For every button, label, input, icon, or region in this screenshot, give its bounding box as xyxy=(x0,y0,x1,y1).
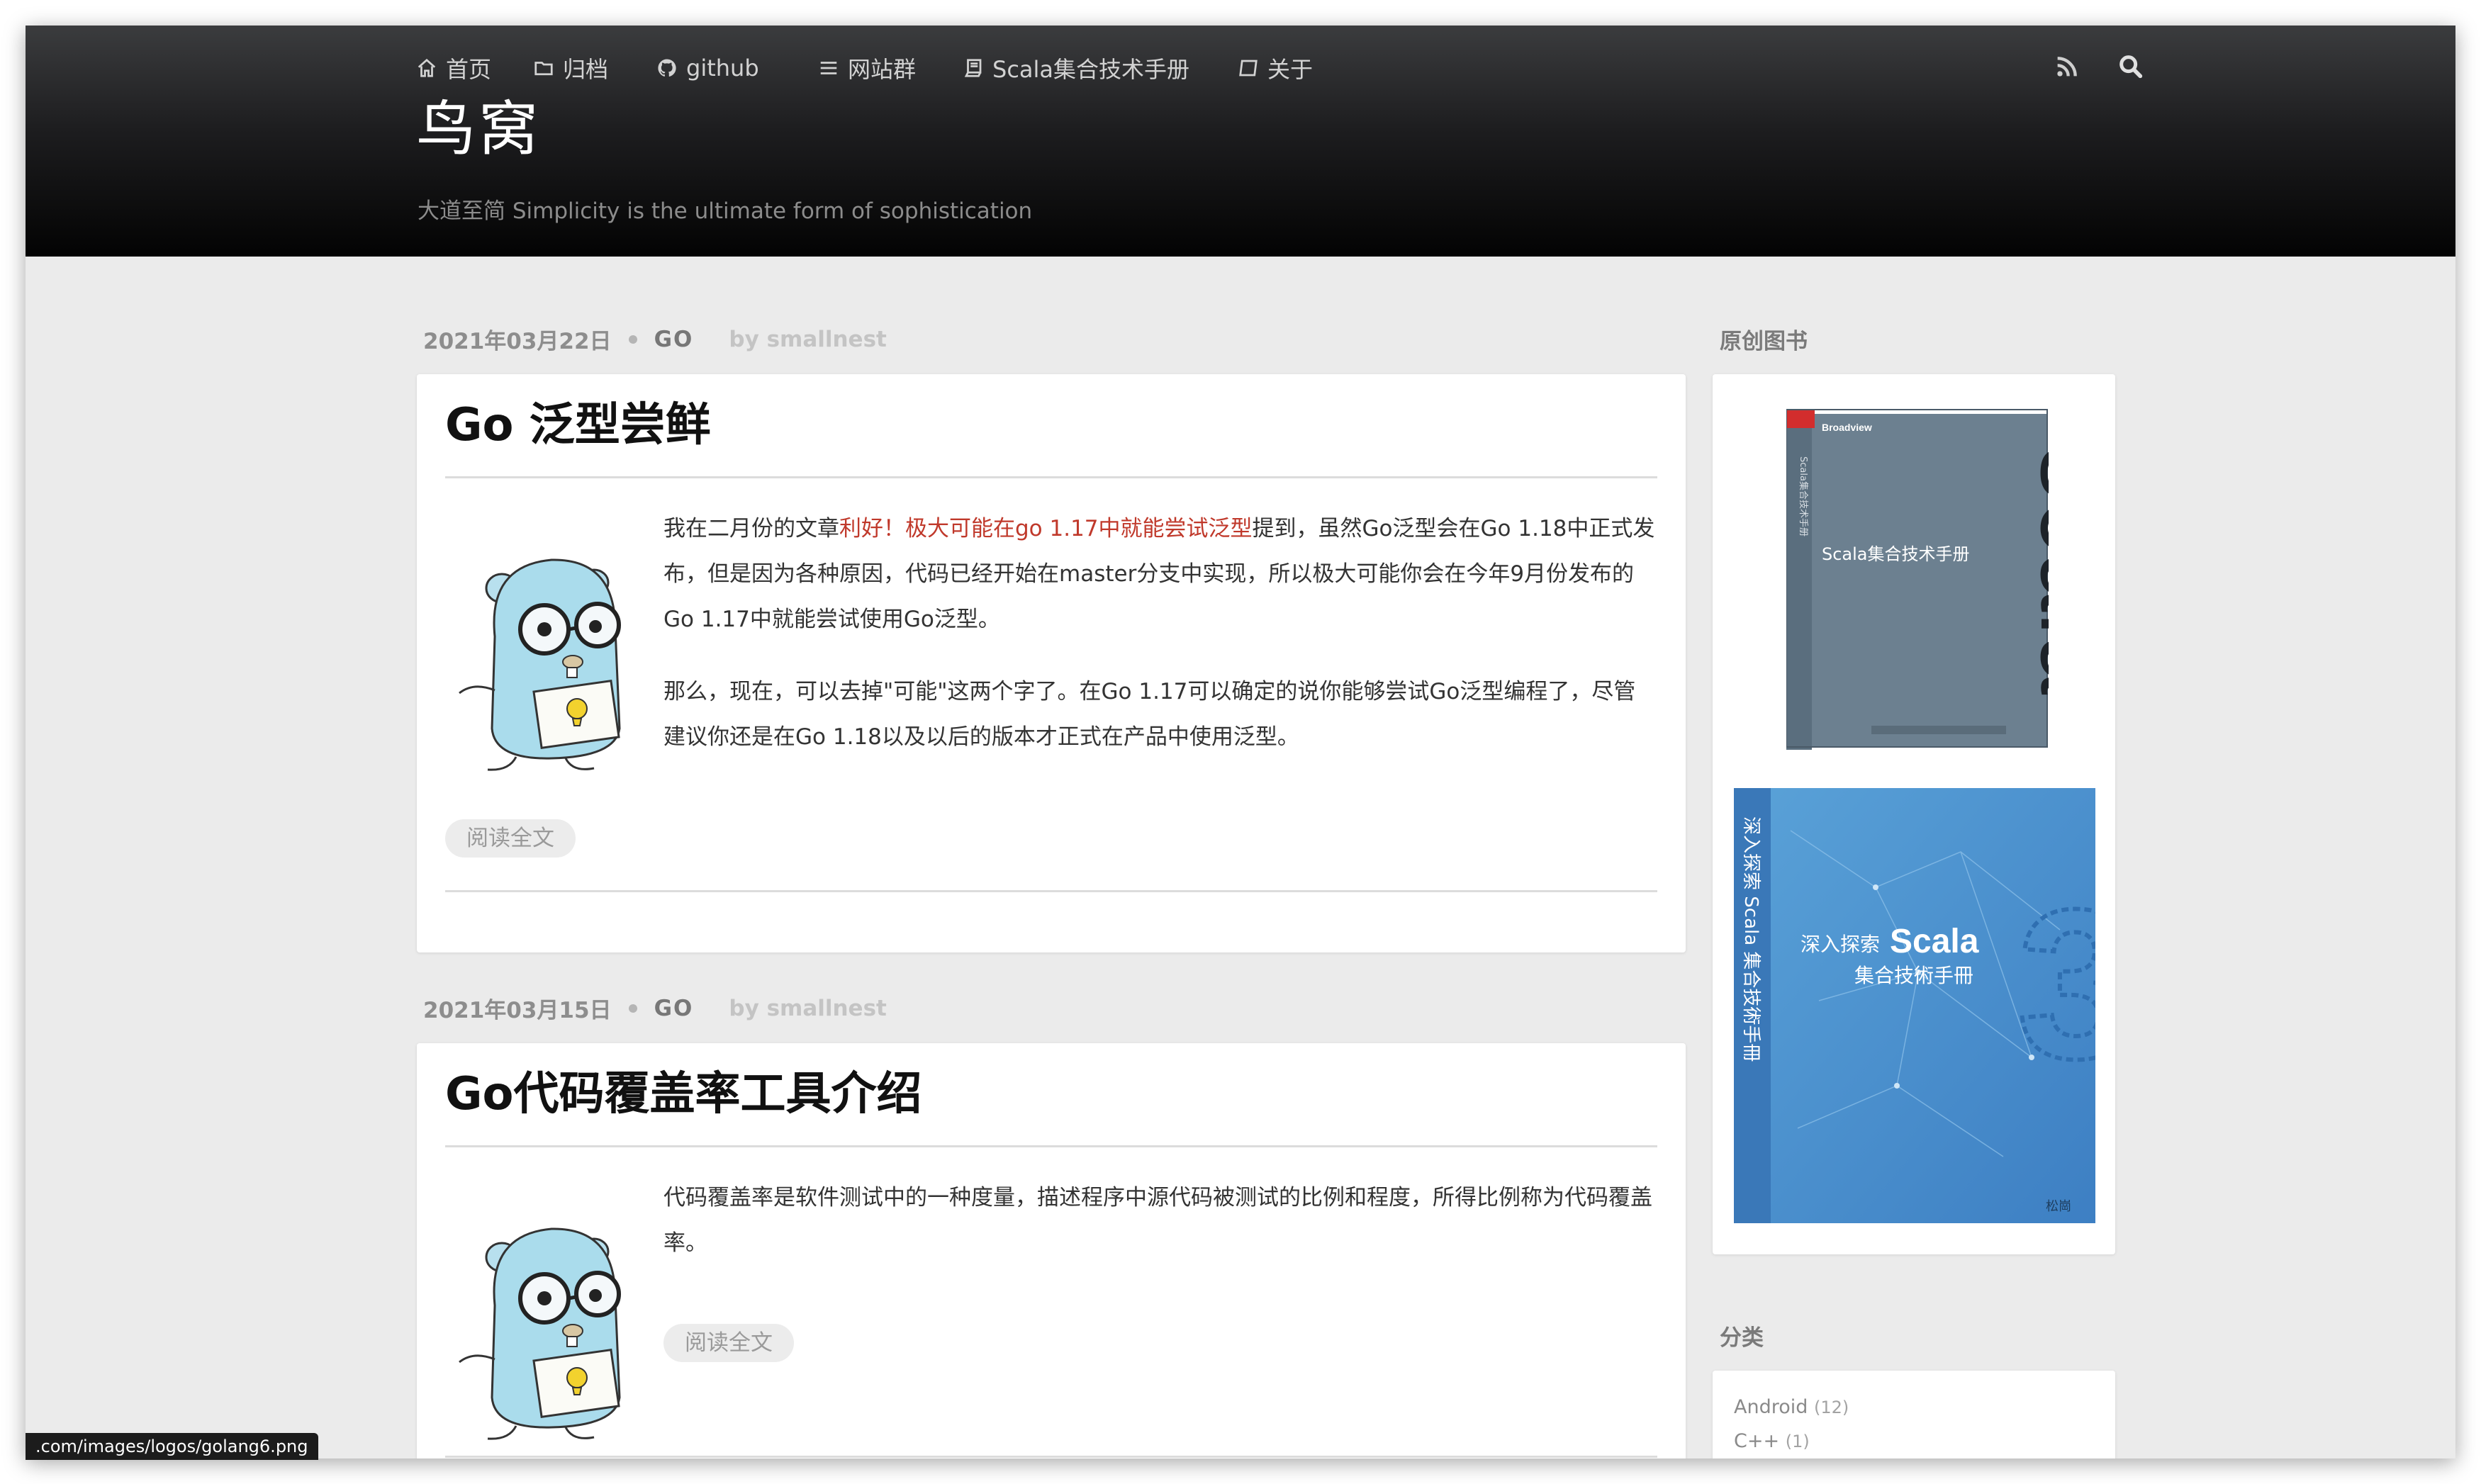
post-card: Go代码覆盖率工具介绍 代码覆盖率是软件测试中的一种度量，描述程序中源代码被测试… xyxy=(417,1043,1686,1458)
book-2-title-big: Scala xyxy=(1890,923,1979,960)
post-title[interactable]: Go代码覆盖率工具介绍 xyxy=(445,1072,922,1117)
github-icon xyxy=(658,59,676,77)
scala-book-cover[interactable]: Broadview Scala集合技术手册 scala Scala集合技术手册 xyxy=(1786,407,2049,754)
site-subtitle: 大道至简 Simplicity is the ultimate form of … xyxy=(418,198,1033,224)
nav-archive-label: 归档 xyxy=(563,56,609,83)
search-icon xyxy=(2119,55,2143,79)
list-icon xyxy=(820,62,837,74)
status-bar-url: .com/images/logos/golang6.png xyxy=(26,1433,318,1460)
book-spine-text: Scala集合技术手册 xyxy=(1798,456,1809,536)
meta-separator xyxy=(628,335,637,344)
nav-scala-book-label: Scala集合技术手册 xyxy=(992,56,1190,83)
category-name[interactable]: C++ xyxy=(1734,1430,1779,1452)
book-2-title-line1: 深入探索 xyxy=(1800,933,1880,956)
book-2-publisher: 松崗 xyxy=(2046,1199,2071,1214)
books-widget: Broadview Scala集合技术手册 scala Scala集合技术手册 … xyxy=(1713,374,2115,1254)
category-item[interactable]: Android (12) xyxy=(1734,1396,1849,1418)
book-icon xyxy=(964,59,982,77)
post-author: by smallnest xyxy=(729,326,887,352)
search-button[interactable] xyxy=(2117,52,2145,81)
title-divider xyxy=(445,476,1657,478)
meta-separator xyxy=(628,1004,637,1013)
nav-home[interactable]: 首页 xyxy=(416,50,491,86)
post-date: 2021年03月15日 xyxy=(423,998,612,1023)
sidebar-heading-books: 原创图书 xyxy=(1720,329,1808,354)
category-count: (12) xyxy=(1813,1398,1849,1417)
nav-scala-book[interactable]: Scala集合技术手册 xyxy=(963,50,1189,86)
nav-home-label: 首页 xyxy=(446,56,492,83)
book-2-spine: 深入探索 Scala 集合技術手冊 xyxy=(1740,816,1762,1062)
post-meta: 2021年03月15日 GO by smallnest xyxy=(423,992,887,1024)
post-excerpt-paragraph: 那么，现在，可以去掉"可能"这两个字了。在Go 1.17可以确定的说你能够尝试G… xyxy=(663,679,1636,750)
post-bottom-divider xyxy=(445,890,1657,892)
scala-book-cover-2[interactable]: 3 深入探索 Scala 集合技術手冊 深入探索 Scala 集合技術手冊 松崗 xyxy=(1734,788,2095,1223)
nav-about-label: 关于 xyxy=(1267,56,1314,83)
post-category[interactable]: GO xyxy=(654,996,694,1021)
title-divider xyxy=(445,1145,1657,1147)
post-card: Go 泛型尝鲜 我在二月份的文章利好！极大可能在go 1.17中就能尝试泛型提到… xyxy=(417,374,1686,952)
nav-about[interactable]: 关于 xyxy=(1238,50,1313,86)
rss-button[interactable] xyxy=(2053,52,2081,81)
folder-icon xyxy=(534,62,553,76)
nav-github-label: github xyxy=(686,55,759,81)
post-bottom-divider xyxy=(445,1456,1657,1458)
category-count: (1) xyxy=(1785,1432,1810,1451)
gopher-logo-image[interactable] xyxy=(445,523,637,778)
excerpt-text: 我在二月份的文章 xyxy=(663,516,839,541)
rss-icon xyxy=(2057,57,2077,77)
category-name[interactable]: Android xyxy=(1734,1396,1808,1418)
post-excerpt-paragraph: 我在二月份的文章利好！极大可能在go 1.17中就能尝试泛型提到，虽然Go泛型会… xyxy=(663,506,1656,642)
gopher-logo-image[interactable] xyxy=(445,1192,637,1447)
nav-sites[interactable]: 网站群 xyxy=(818,50,916,86)
home-icon xyxy=(418,58,436,77)
nav-sites-label: 网站群 xyxy=(848,56,917,83)
read-more-button[interactable]: 阅读全文 xyxy=(445,819,576,858)
browser-window: 首页 归档 github 网站群 Scala集合技术手册 关于 鸟窝 大道至简 … xyxy=(26,26,2455,1458)
site-header: 首页 归档 github 网站群 Scala集合技术手册 关于 鸟窝 大道至简 … xyxy=(26,26,2455,257)
post-category[interactable]: GO xyxy=(654,327,694,352)
book-2-watermark: 3 xyxy=(2017,865,2095,1103)
post-meta: 2021年03月22日 GO by smallnest xyxy=(423,323,887,355)
comment-icon xyxy=(1239,60,1258,77)
book-2-title-line2: 集合技術手冊 xyxy=(1854,964,1973,987)
book-big-word: scala xyxy=(2019,446,2049,695)
nav-archive[interactable]: 归档 xyxy=(533,50,608,86)
sidebar-heading-categories: 分类 xyxy=(1720,1325,1764,1351)
read-more-button[interactable]: 阅读全文 xyxy=(663,1324,794,1362)
post-date: 2021年03月22日 xyxy=(423,329,612,354)
post-excerpt-paragraph: 代码覆盖率是软件测试中的一种度量，描述程序中源代码被测试的比例和程度，所得比例称… xyxy=(663,1185,1652,1256)
post-author: by smallnest xyxy=(729,995,887,1021)
site-title[interactable]: 鸟窝 xyxy=(416,99,541,159)
nav-github[interactable]: github xyxy=(656,50,759,86)
post-title[interactable]: Go 泛型尝鲜 xyxy=(445,403,711,448)
excerpt-link[interactable]: 利好！极大可能在go 1.17中就能尝试泛型 xyxy=(839,516,1253,541)
book-title: Scala集合技术手册 xyxy=(1822,544,1970,564)
category-item[interactable]: C++ (1) xyxy=(1734,1430,1810,1452)
book-publisher: Broadview xyxy=(1822,422,1872,433)
